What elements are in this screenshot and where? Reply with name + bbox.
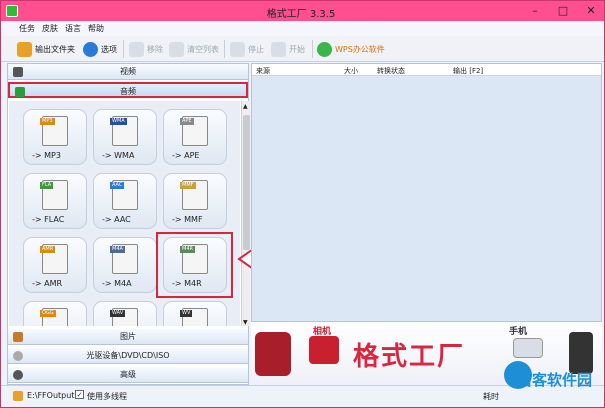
format-tile-wv[interactable]: WV xyxy=(163,301,227,326)
output-folder-label: 输出文件夹 xyxy=(35,44,75,54)
app-icon xyxy=(6,5,18,17)
camcorder-icon xyxy=(255,332,291,376)
column-output[interactable]: 输出 [F2] xyxy=(453,66,483,76)
wma-file-icon: WMA xyxy=(110,116,138,146)
minimize-button[interactable]: – xyxy=(521,1,549,21)
options-icon xyxy=(83,41,98,57)
category-advanced-label: 高级 xyxy=(120,370,136,379)
remove-label: 移除 xyxy=(147,44,163,54)
category-image[interactable]: 图片 xyxy=(8,329,248,345)
category-audio[interactable]: 音频 xyxy=(8,82,248,98)
clear-icon xyxy=(169,41,184,57)
wv-file-icon: WV xyxy=(180,308,208,326)
aac-file-icon: AAC xyxy=(110,180,138,210)
multithread-label: 使用多线程 xyxy=(87,392,127,401)
scroll-thumb[interactable] xyxy=(243,115,250,250)
gear-icon xyxy=(13,370,23,380)
banner-brand: 格式工厂 xyxy=(353,342,466,372)
picture-icon xyxy=(13,332,23,342)
remove-button[interactable]: 移除 xyxy=(129,40,163,58)
multithread-checkbox[interactable]: ✓ xyxy=(75,390,84,399)
disc-icon xyxy=(13,351,23,361)
scroll-up-icon[interactable]: ▲ xyxy=(243,103,248,110)
stop-label: 停止 xyxy=(248,44,264,54)
m4a-file-icon: M4A xyxy=(110,244,138,274)
menu-help[interactable]: 帮助 xyxy=(88,23,104,34)
folder-icon xyxy=(17,41,32,57)
ape-file-icon: APE xyxy=(180,116,208,146)
menu-skin[interactable]: 皮肤 xyxy=(42,23,58,34)
remove-icon xyxy=(129,41,144,57)
format-tile-amr[interactable]: AMR -> AMR xyxy=(23,237,87,293)
task-list[interactable]: 来源 大小 转换状态 输出 [F2] xyxy=(251,63,602,322)
category-video-label: 视频 xyxy=(120,67,136,76)
window-title: 格式工厂 3.3.5 xyxy=(266,9,336,20)
task-list-header: 来源 大小 转换状态 输出 [F2] xyxy=(252,64,601,76)
format-tile-ogg[interactable]: OGG xyxy=(23,301,87,326)
start-button[interactable]: 开始 xyxy=(271,40,305,58)
maximize-button[interactable]: □ xyxy=(549,1,577,21)
column-status[interactable]: 转换状态 xyxy=(377,66,405,76)
format-tile-m4a[interactable]: M4A -> M4A xyxy=(93,237,157,293)
camera-icon xyxy=(309,336,339,364)
format-tile-flac[interactable]: FLA -> FLAC xyxy=(23,173,87,229)
scroll-down-icon[interactable]: ▼ xyxy=(243,319,248,326)
column-source[interactable]: 来源 xyxy=(256,66,270,76)
stop-button[interactable]: 停止 xyxy=(230,40,264,58)
format-tile-wma[interactable]: WMA -> WMA xyxy=(93,109,157,165)
format-scrollbar[interactable]: ▲ ▼ xyxy=(241,101,250,326)
format-tile-mp3[interactable]: MP3 -> MP3 xyxy=(23,109,87,165)
output-path[interactable]: E:\FFOutput xyxy=(27,391,74,400)
category-rom-label: 光驱设备\DVD\CD\ISO xyxy=(86,351,170,360)
smartphone-icon xyxy=(569,332,593,374)
options-button[interactable]: 选项 xyxy=(83,40,117,58)
elapsed-label: 耗时 xyxy=(483,392,499,401)
mmf-file-icon: MMF xyxy=(180,180,208,210)
menu-bar: 任务 皮肤 语言 帮助 xyxy=(1,21,604,36)
wps-button[interactable]: WPS办公软件 xyxy=(317,40,385,58)
category-panel: 视频 音频 MP3 -> MP3 WMA -> WMA APE -> APE F… xyxy=(7,63,250,385)
menu-tasks[interactable]: 任务 xyxy=(19,23,35,34)
wps-icon xyxy=(317,41,332,57)
phone-icon xyxy=(513,338,543,358)
start-label: 开始 xyxy=(289,44,305,54)
category-audio-label: 音频 xyxy=(120,87,136,96)
format-tile-aac[interactable]: AAC -> AAC xyxy=(93,173,157,229)
banner-phone-label: 手机 xyxy=(509,327,528,337)
start-icon xyxy=(271,41,286,57)
banner-camera-label: 相机 xyxy=(313,327,332,337)
app-window: 格式工厂 3.3.5 – □ ✕ 任务 皮肤 语言 帮助 输出文件夹 选项 移除… xyxy=(0,0,605,408)
column-size[interactable]: 大小 xyxy=(344,66,358,76)
category-rom[interactable]: 光驱设备\DVD\CD\ISO xyxy=(8,348,248,364)
options-label: 选项 xyxy=(101,44,117,54)
film-icon xyxy=(13,67,23,77)
folder-icon[interactable] xyxy=(13,391,23,401)
clear-list-button[interactable]: 清空列表 xyxy=(169,40,219,58)
mp3-file-icon: MP3 xyxy=(40,116,68,146)
category-advanced[interactable]: 高级 xyxy=(8,367,248,383)
close-button[interactable]: ✕ xyxy=(577,1,605,21)
title-bar: 格式工厂 3.3.5 – □ ✕ xyxy=(1,1,604,21)
clear-list-label: 清空列表 xyxy=(187,44,219,54)
stop-icon xyxy=(230,41,245,57)
toolbar: 输出文件夹 选项 移除 清空列表 停止 开始 WPS办公软件 xyxy=(1,36,604,62)
watermark-text: 当客软件园 xyxy=(517,371,593,389)
highlight-box xyxy=(156,232,233,298)
output-folder-button[interactable]: 输出文件夹 xyxy=(17,40,75,58)
format-tile-ape[interactable]: APE -> APE xyxy=(163,109,227,165)
format-tile-wav[interactable]: WAV xyxy=(93,301,157,326)
music-note-icon xyxy=(15,87,25,97)
format-tile-mmf[interactable]: MMF -> MMF xyxy=(163,173,227,229)
amr-file-icon: AMR xyxy=(40,244,68,274)
flac-file-icon: FLA xyxy=(40,180,68,210)
category-video[interactable]: 视频 xyxy=(8,64,248,80)
ogg-file-icon: OGG xyxy=(40,308,68,326)
wps-label: WPS办公软件 xyxy=(335,44,385,54)
menu-language[interactable]: 语言 xyxy=(65,23,81,34)
category-image-label: 图片 xyxy=(120,332,136,341)
wav-file-icon: WAV xyxy=(110,308,138,326)
